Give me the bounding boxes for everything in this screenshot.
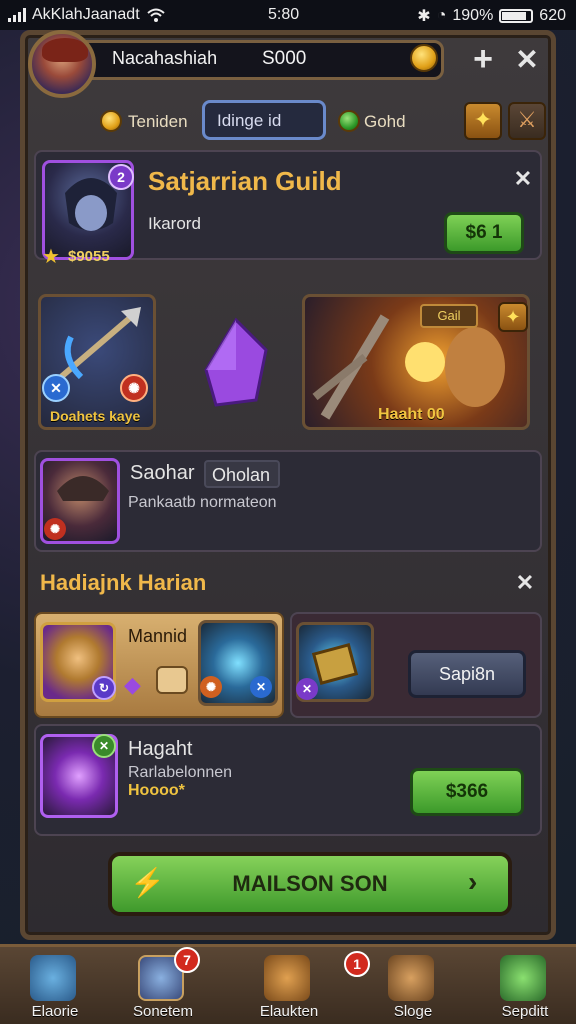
tab-gohd[interactable]: Gohd [364, 112, 406, 132]
member-rank-icon: ✺ [44, 518, 66, 540]
clock-text: 5:80 [268, 6, 300, 23]
bluetooth-icon: ✱ [417, 8, 431, 25]
offer1-chest-badge: ✕ [296, 678, 318, 700]
settings-icon [500, 955, 546, 1001]
rotation-lock-icon: ◔ [436, 7, 447, 24]
offer2-price-button[interactable]: $366 [410, 768, 524, 816]
guild-title: Satjarrian Guild [148, 166, 342, 196]
skill-icon-a: ✕ [42, 374, 70, 402]
search-input[interactable]: Idinge id [202, 100, 326, 140]
gold-coin-icon[interactable] [410, 44, 438, 72]
bottom-nav: Elaorie Sonetem 7 Elaukten 1 Sloge Sepdi… [0, 944, 576, 1024]
offer2-desc: Rarlabelonnen [128, 764, 233, 781]
notification-badge: 7 [174, 947, 200, 973]
skill-icon-b: ✺ [120, 374, 148, 402]
offer1-scroll-icon [156, 666, 188, 694]
purple-crystal-icon[interactable] [186, 310, 286, 420]
nav-item-sonetem[interactable]: Sonetem 7 [108, 947, 218, 1024]
gem-icon [338, 110, 360, 132]
close-icon[interactable]: ✕ [510, 42, 544, 78]
favorite-star-icon[interactable]: ✦ [498, 302, 528, 332]
member-name: Saohar [130, 462, 195, 484]
level-badge: 2 [108, 164, 134, 190]
player-avatar[interactable] [28, 30, 96, 98]
sword-button[interactable]: ⚔ [508, 102, 546, 140]
offer1-buy-button[interactable]: Sapi8n [408, 650, 526, 698]
status-extra: 620 [539, 7, 566, 24]
battery-icon [499, 9, 534, 23]
offer1-badge-icon: ↻ [92, 676, 116, 700]
main-action-label: MAILSON SON [232, 871, 388, 896]
nav-item-elaukten[interactable]: Elaukten 1 [234, 947, 370, 1024]
guild-portrait-value: $9055 [68, 248, 110, 265]
offer2-amount: Hoooo* [128, 782, 185, 799]
wifi-icon [146, 8, 165, 22]
section-close-icon[interactable]: ✕ [512, 570, 538, 596]
lightning-icon: ⚡ [130, 867, 165, 898]
member-description: Pankaatb normateon [128, 494, 277, 511]
add-icon[interactable]: + [466, 40, 500, 78]
signal-icon [8, 8, 26, 22]
tab1-icon [100, 110, 122, 132]
game-screen: AkKlahJaanadt 5:80 ✱ ◔ 190% 620 Nacahash… [0, 0, 576, 1024]
offer1-rune-icon: ✕ [250, 676, 272, 698]
weapon-caption: Doahets kaye [50, 408, 141, 424]
main-action-button[interactable]: MAILSON SON [108, 852, 512, 916]
guild-price-button[interactable]: $6 1 [444, 212, 524, 254]
player-bar [40, 40, 444, 80]
house-icon [264, 955, 310, 1001]
nav-item-elaorie[interactable]: Elaorie [0, 947, 110, 1024]
nav-item-sepditt[interactable]: Sepditt [470, 947, 576, 1024]
star-icon: ★ [42, 246, 60, 268]
guild-subtitle: Ikarord [148, 214, 201, 233]
player-name: Nacahashiah [112, 48, 218, 68]
offer1-name: Mannid [128, 626, 188, 646]
nav-item-sloge[interactable]: Sloge [358, 947, 468, 1024]
star-button[interactable]: ✦ [464, 102, 502, 140]
tab-teniden[interactable]: Teniden [128, 112, 188, 132]
offer2-item-badge: ✕ [92, 734, 116, 758]
offer1-fire-icon: ✺ [200, 676, 222, 698]
offer1-gem-icon: ◆ [124, 672, 141, 697]
gold-badge: Gail [420, 304, 478, 328]
section-title: Hadiajnk Harian [40, 570, 207, 595]
gold-amount: S000 [262, 48, 307, 69]
guild-close-icon[interactable]: ✕ [510, 166, 536, 192]
chevron-right-icon: › [468, 866, 478, 897]
status-bar: AkKlahJaanadt 5:80 ✱ ◔ 190% 620 [0, 0, 576, 30]
offer2-name: Hagaht [128, 738, 193, 760]
shop-icon [388, 955, 434, 1001]
hammer-icon [30, 955, 76, 1001]
carrier-text: AkKlahJaanadt [32, 6, 140, 23]
battery-percent: 190% [452, 7, 494, 24]
member-tag: Oholan [204, 460, 280, 488]
hero-caption: Haaht 00 [378, 406, 445, 423]
